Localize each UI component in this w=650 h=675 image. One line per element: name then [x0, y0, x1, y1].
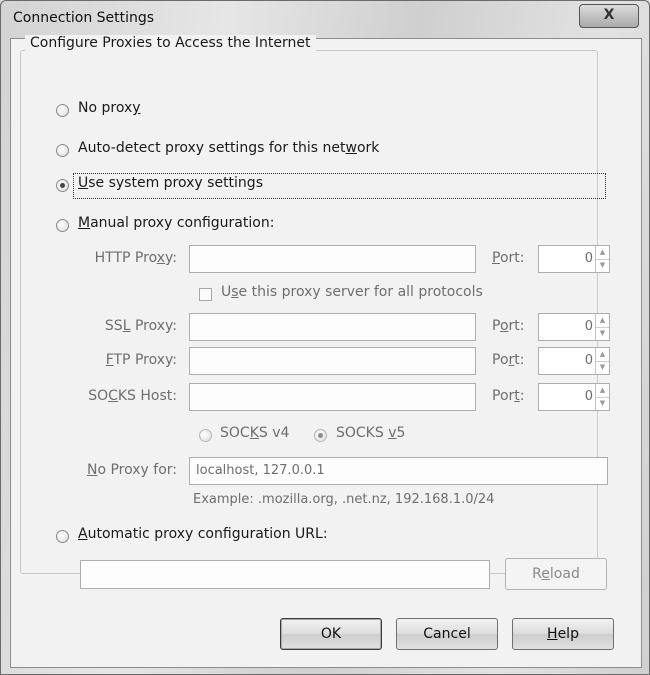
- ssl-proxy-label: SSL Proxy:: [104, 318, 177, 334]
- spin-up-icon[interactable]: ▲: [596, 314, 609, 328]
- group-legend: Configure Proxies to Access the Internet: [25, 35, 316, 51]
- spin-down-icon[interactable]: ▼: [596, 259, 609, 272]
- http-proxy-label: HTTP Proxy:: [94, 250, 177, 266]
- http-port-value: 0: [584, 251, 593, 266]
- help-button[interactable]: Help: [512, 618, 614, 650]
- ssl-port-stepper[interactable]: 0 ▲ ▼: [538, 313, 610, 341]
- system-proxy-radio-icon[interactable]: [56, 179, 69, 192]
- socks-v4-radio-icon[interactable]: [199, 429, 212, 442]
- socks-host-input[interactable]: [189, 383, 476, 411]
- no-proxy-label[interactable]: No proxy: [78, 100, 141, 116]
- ssl-port-label: Port:: [492, 318, 525, 334]
- close-icon: X: [603, 7, 615, 23]
- manual-proxy-label[interactable]: Manual proxy configuration:: [78, 215, 274, 231]
- spin-up-icon[interactable]: ▲: [596, 384, 609, 398]
- window-title: Connection Settings: [13, 10, 155, 26]
- ssl-port-value: 0: [584, 319, 593, 334]
- system-proxy-label[interactable]: Use system proxy settings: [78, 175, 263, 191]
- cancel-button[interactable]: Cancel: [396, 618, 498, 650]
- use-all-protocols-checkbox-icon[interactable]: [199, 288, 212, 301]
- socks-host-label: SOCKS Host:: [88, 388, 177, 404]
- ssl-proxy-input[interactable]: [189, 313, 476, 341]
- http-port-label: Port:: [492, 250, 525, 266]
- socks-v4-label[interactable]: SOCKS v4: [220, 425, 289, 441]
- no-proxy-for-label: No Proxy for:: [86, 462, 177, 478]
- socks-port-value: 0: [584, 389, 593, 404]
- spin-down-icon[interactable]: ▼: [596, 397, 609, 410]
- auto-url-radio-icon[interactable]: [56, 530, 69, 543]
- auto-detect-radio-icon[interactable]: [56, 144, 69, 157]
- ok-button[interactable]: OK: [280, 618, 382, 650]
- http-proxy-input[interactable]: [189, 245, 476, 273]
- no-proxy-for-input[interactable]: localhost, 127.0.0.1: [189, 457, 608, 485]
- ftp-port-stepper[interactable]: 0 ▲ ▼: [538, 347, 610, 375]
- title-bar[interactable]: Connection Settings X: [1, 1, 649, 35]
- no-proxy-radio-icon[interactable]: [56, 104, 69, 117]
- ftp-proxy-input[interactable]: [189, 347, 476, 375]
- auto-url-label[interactable]: Automatic proxy configuration URL:: [78, 526, 328, 542]
- use-all-protocols-label[interactable]: Use this proxy server for all protocols: [221, 284, 483, 300]
- auto-detect-label[interactable]: Auto-detect proxy settings for this netw…: [78, 140, 379, 156]
- socks-v5-radio-icon[interactable]: [314, 429, 327, 442]
- ftp-port-value: 0: [584, 353, 593, 368]
- no-proxy-example: Example: .mozilla.org, .net.nz, 192.168.…: [193, 492, 495, 507]
- socks-v5-label[interactable]: SOCKS v5: [336, 425, 405, 441]
- spin-down-icon[interactable]: ▼: [596, 327, 609, 340]
- manual-proxy-radio-icon[interactable]: [56, 219, 69, 232]
- ftp-proxy-label: FTP Proxy:: [105, 352, 177, 368]
- spin-up-icon[interactable]: ▲: [596, 246, 609, 260]
- auto-url-input[interactable]: [80, 560, 490, 589]
- spin-up-icon[interactable]: ▲: [596, 348, 609, 362]
- close-button[interactable]: X: [579, 4, 639, 28]
- socks-port-label: Port:: [492, 388, 525, 404]
- ftp-port-label: Port:: [492, 352, 525, 368]
- spin-down-icon[interactable]: ▼: [596, 361, 609, 374]
- http-port-stepper[interactable]: 0 ▲ ▼: [538, 245, 610, 273]
- reload-button[interactable]: Reload: [505, 558, 607, 590]
- socks-port-stepper[interactable]: 0 ▲ ▼: [538, 383, 610, 411]
